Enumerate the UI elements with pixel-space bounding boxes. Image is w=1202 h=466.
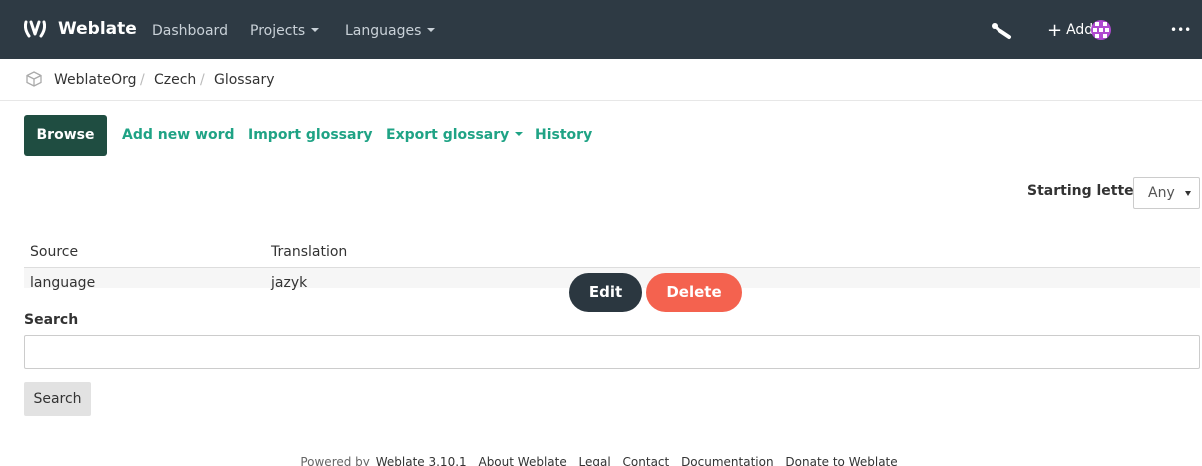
breadcrumb: WeblateOrg / Czech / Glossary [0,59,1202,101]
breadcrumb-separator: / [140,72,145,88]
nav-languages[interactable]: Languages [345,23,436,39]
more-menu[interactable]: ••• [1170,20,1191,40]
footer-link-documentation[interactable]: Documentation [681,455,774,466]
brand[interactable]: Weblate [24,16,137,42]
column-header-source: Source [30,244,79,260]
breadcrumb-language[interactable]: Czech [154,72,196,88]
search-label: Search [24,312,79,328]
footer-link-donate[interactable]: Donate to Weblate [785,455,897,466]
project-cube-icon [26,71,42,87]
tab-history[interactable]: History [535,127,592,143]
tab-add-new-word[interactable]: Add new word [122,127,235,143]
starting-letter-value: Any [1148,185,1175,201]
column-header-translation: Translation [271,244,348,260]
footer-link-about[interactable]: About Weblate [478,455,566,466]
breadcrumb-glossary[interactable]: Glossary [214,72,275,88]
add-label: Add [1066,22,1094,38]
caret-down-icon [515,132,524,136]
footer: Powered by Weblate 3.10.1 About Weblate … [0,455,1202,466]
breadcrumb-project[interactable]: WeblateOrg [54,72,137,88]
breadcrumb-separator: / [200,72,205,88]
nav-languages-label: Languages [345,23,422,39]
cell-translation: jazyk [271,275,308,291]
tab-browse[interactable]: Browse [24,115,107,156]
select-caret-icon [1185,191,1191,196]
footer-link-legal[interactable]: Legal [579,455,611,466]
caret-down-icon [427,28,436,32]
footer-link-weblate-version[interactable]: Weblate 3.10.1 [376,455,467,466]
edit-button[interactable]: Edit [569,273,642,312]
user-avatar[interactable] [1091,20,1111,40]
nav-dashboard[interactable]: Dashboard [152,23,228,39]
search-button[interactable]: Search [24,382,91,416]
plus-icon: + [1047,20,1063,41]
search-input[interactable] [24,335,1200,369]
wrench-icon[interactable] [991,22,1013,46]
footer-link-contact[interactable]: Contact [623,455,670,466]
nav-projects[interactable]: Projects [250,23,320,39]
footer-prefix: Powered by [300,455,370,466]
more-label: ••• [1170,23,1192,37]
tab-export-glossary[interactable]: Export glossary [386,127,524,143]
tab-export-glossary-label: Export glossary [386,127,510,143]
caret-down-icon [311,28,320,32]
tab-import-glossary[interactable]: Import glossary [248,127,373,143]
starting-letter-label: Starting letter [1027,183,1141,199]
nav-projects-label: Projects [250,23,306,39]
brand-name: Weblate [58,19,137,39]
weblate-logo-icon [24,19,46,39]
starting-letter-select[interactable]: Any [1133,177,1200,209]
cell-source: language [30,275,96,291]
add-button[interactable]: + Add [1047,20,1093,41]
delete-button[interactable]: Delete [646,273,742,312]
top-navbar: Weblate Dashboard Projects Languages + Ad… [0,0,1202,59]
nav-dashboard-label: Dashboard [152,23,228,39]
